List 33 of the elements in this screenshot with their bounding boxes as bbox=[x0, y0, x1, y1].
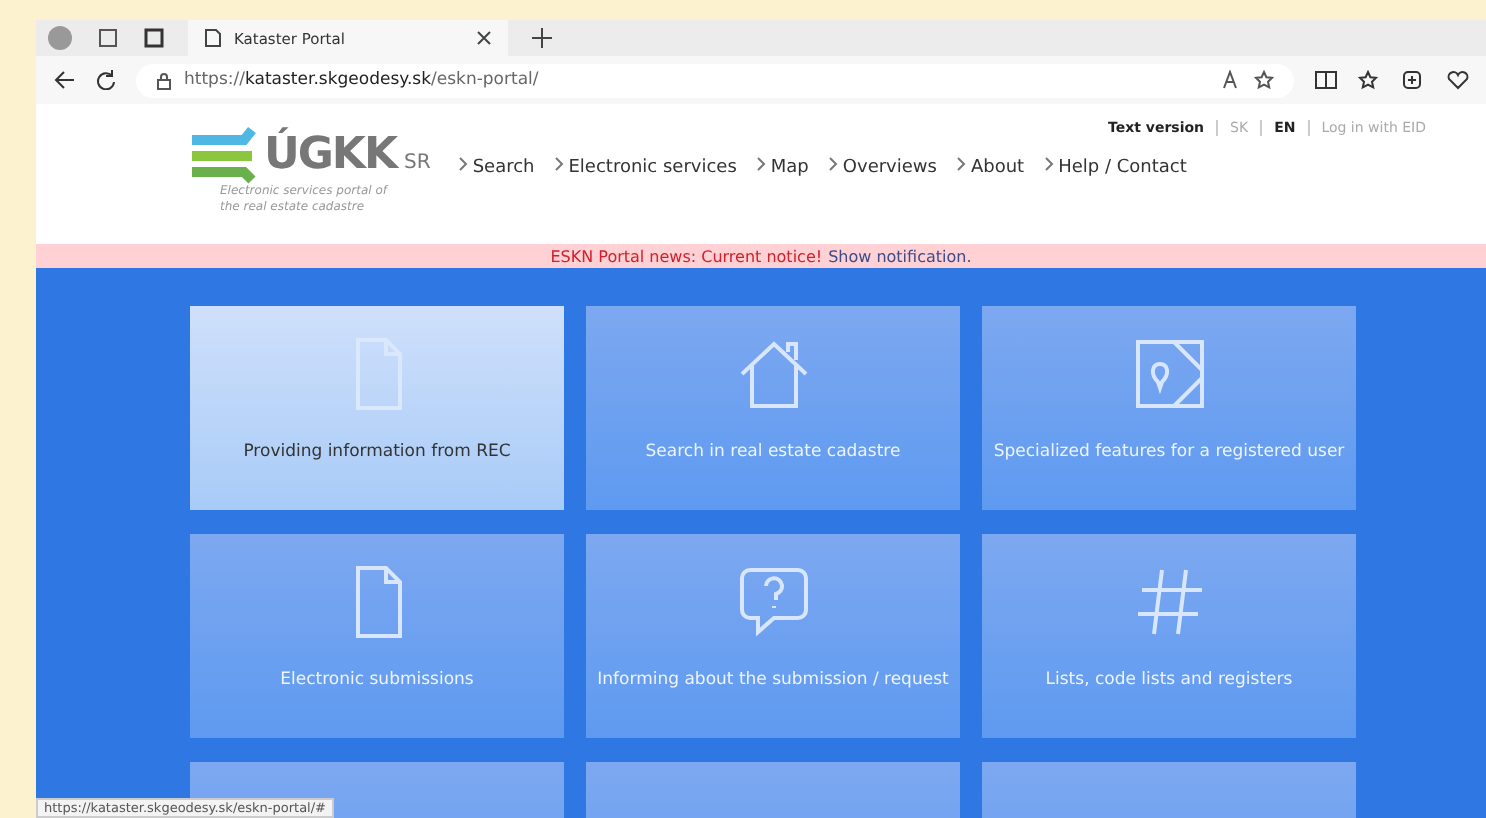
logo-suffix: SR bbox=[404, 151, 431, 173]
split-screen-icon[interactable] bbox=[1314, 70, 1338, 90]
logo-icon bbox=[188, 124, 256, 184]
chevron-icon bbox=[756, 156, 767, 172]
logo-text: ÚGKK bbox=[264, 129, 397, 179]
chevron-icon bbox=[458, 156, 469, 172]
heart-icon[interactable] bbox=[1446, 70, 1470, 90]
service-tile[interactable]: Providing information from REC bbox=[190, 306, 564, 510]
tab-actions-icon[interactable] bbox=[144, 28, 164, 48]
nav-link[interactable]: Search bbox=[458, 156, 535, 178]
close-icon[interactable] bbox=[476, 30, 492, 46]
reload-icon[interactable] bbox=[96, 70, 116, 90]
workspaces-icon[interactable] bbox=[96, 26, 120, 50]
lock-icon bbox=[156, 71, 172, 89]
nav-link[interactable]: Overviews bbox=[828, 156, 937, 178]
address-bar[interactable]: https://kataster.skgeodesy.sk/eskn-portal/ bbox=[136, 63, 1294, 97]
nav-link[interactable]: Map bbox=[756, 156, 809, 178]
new-tab-icon[interactable] bbox=[532, 28, 552, 48]
favorites-icon[interactable] bbox=[1358, 70, 1382, 90]
chevron-icon bbox=[956, 156, 967, 172]
nav-link[interactable]: Electronic services bbox=[554, 156, 737, 178]
read-aloud-icon[interactable] bbox=[1222, 70, 1242, 90]
nav-link[interactable]: About bbox=[956, 156, 1025, 178]
chevron-icon bbox=[1044, 156, 1055, 172]
page-icon bbox=[204, 28, 222, 48]
notice-link[interactable]: Show notification. bbox=[828, 247, 972, 265]
star-icon[interactable] bbox=[1254, 70, 1274, 90]
chevron-icon bbox=[828, 156, 839, 172]
chevron-icon bbox=[554, 156, 565, 172]
back-icon[interactable] bbox=[52, 70, 76, 90]
notice-text: ESKN Portal news: Current notice! bbox=[550, 247, 823, 265]
collections-icon[interactable] bbox=[1402, 70, 1426, 90]
nav-link[interactable]: Help / Contact bbox=[1044, 156, 1187, 178]
